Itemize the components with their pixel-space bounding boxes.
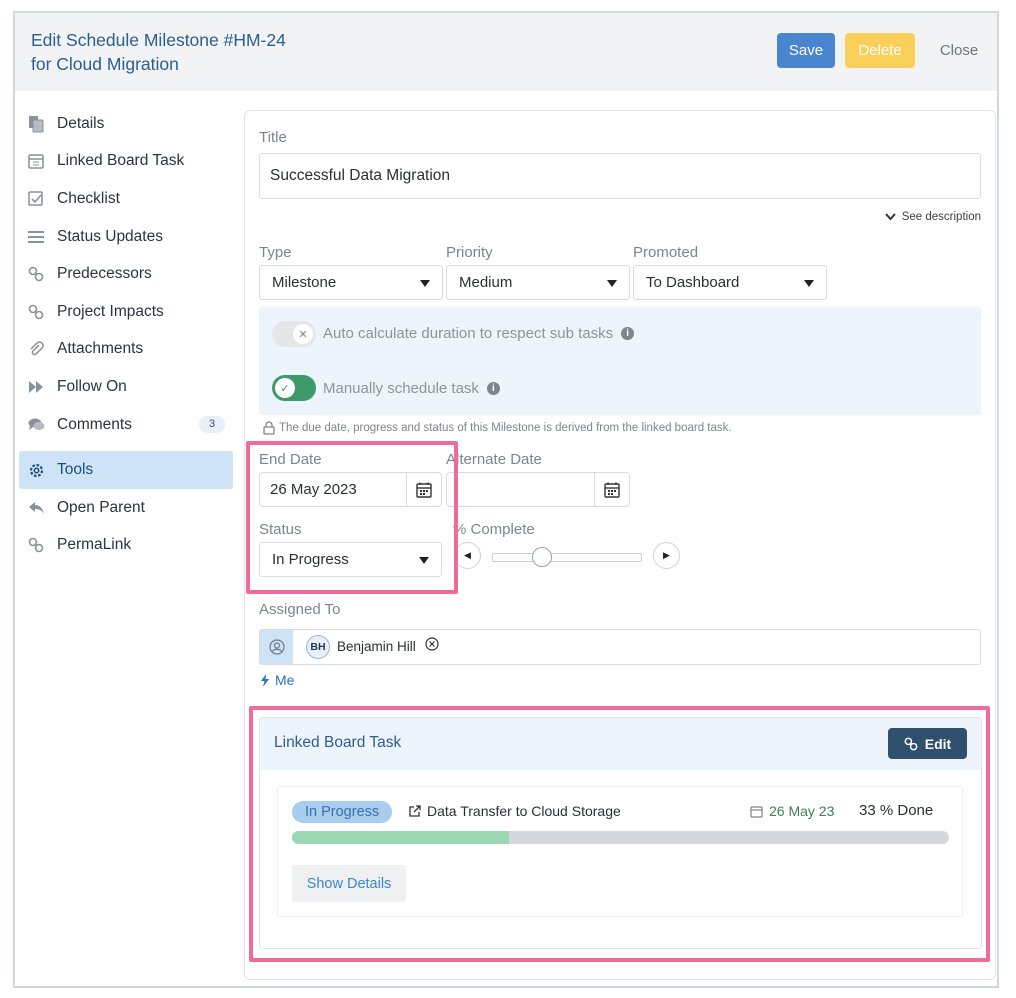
assign-me-label: Me (275, 672, 295, 688)
promoted-value: To Dashboard (646, 274, 740, 291)
documents-icon (27, 115, 45, 133)
link-icon (27, 536, 45, 554)
alternate-date-label: Alternate Date (446, 451, 542, 468)
highlight-box-dates-status (246, 441, 458, 594)
check-icon: ✓ (275, 378, 295, 398)
sidebar-item-label: Checklist (57, 189, 120, 207)
promoted-label: Promoted (633, 244, 699, 261)
comments-icon (27, 416, 45, 434)
sidebar-item-details[interactable]: Details (19, 105, 233, 143)
auto-calc-row: Auto calculate duration to respect sub t… (323, 325, 635, 342)
sidebar-item-label: PermaLink (57, 536, 132, 554)
sidebar: Details Linked Board Task Checklist Stat… (19, 105, 233, 564)
calendar-icon (27, 152, 45, 170)
info-icon[interactable]: i (486, 382, 500, 395)
sidebar-item-label: Open Parent (57, 498, 145, 516)
auto-calc-label: Auto calculate duration to respect sub t… (323, 325, 614, 342)
edit-dialog: Edit Schedule Milestone #HM-24 for Cloud… (13, 11, 999, 988)
caret-down-icon (607, 279, 617, 287)
dialog-title-line1: Edit Schedule Milestone #HM-24 (31, 30, 286, 50)
sidebar-item-predecessors[interactable]: Predecessors (19, 255, 233, 293)
complete-slider-thumb[interactable] (531, 547, 552, 567)
save-button[interactable]: Save (777, 33, 835, 68)
title-label: Title (259, 129, 287, 146)
link-icon (27, 265, 45, 283)
lock-note-text: The due date, progress and status of thi… (279, 422, 732, 434)
reply-icon (27, 499, 45, 517)
highlight-box-linked-task (249, 706, 990, 962)
type-label: Type (259, 244, 292, 261)
dialog-header: Edit Schedule Milestone #HM-24 for Cloud… (15, 13, 997, 91)
lines-icon (27, 228, 45, 246)
close-button[interactable]: Close (929, 33, 989, 68)
manual-schedule-toggle[interactable]: ✓ (272, 375, 316, 401)
paperclip-icon (27, 340, 45, 358)
sidebar-item-label: Attachments (57, 340, 144, 358)
sidebar-item-status-updates[interactable]: Status Updates (19, 218, 233, 256)
assigned-to-field[interactable]: BH Benjamin Hill (259, 629, 981, 665)
manual-schedule-label: Manually schedule task (323, 380, 479, 397)
schedule-options-box: ✕ Auto calculate duration to respect sub… (259, 307, 981, 415)
sidebar-item-label: Tools (57, 461, 94, 479)
promoted-select[interactable]: To Dashboard (633, 265, 827, 300)
sidebar-item-comments[interactable]: Comments 3 (19, 406, 233, 444)
sidebar-item-label: Project Impacts (57, 302, 164, 320)
alternate-date-input[interactable] (446, 472, 630, 507)
increment-button[interactable]: ▶ (653, 542, 680, 569)
sidebar-item-follow-on[interactable]: Follow On (19, 368, 233, 406)
lock-icon (263, 421, 275, 435)
assign-me-link[interactable]: Me (261, 672, 294, 688)
dialog-title: Edit Schedule Milestone #HM-24 for Cloud… (31, 28, 451, 76)
title-input[interactable]: Successful Data Migration (259, 153, 981, 199)
sidebar-item-label: Follow On (57, 377, 127, 395)
avatar: BH (306, 635, 330, 659)
close-icon: ✕ (293, 324, 313, 344)
sidebar-item-project-impacts[interactable]: Project Impacts (19, 293, 233, 331)
auto-calc-toggle[interactable]: ✕ (272, 321, 316, 347)
chevron-down-icon (884, 213, 896, 221)
delete-button[interactable]: Delete (845, 33, 915, 68)
assigned-label: Assigned To (259, 601, 341, 618)
see-description-label: See description (901, 211, 981, 223)
see-description-link[interactable]: See description (884, 211, 981, 223)
fast-forward-icon (27, 378, 45, 396)
sidebar-item-checklist[interactable]: Checklist (19, 180, 233, 218)
comments-count-badge: 3 (199, 415, 225, 433)
complete-label: % Complete (453, 521, 535, 538)
assignee-name: Benjamin Hill (337, 639, 416, 654)
sidebar-item-permalink[interactable]: PermaLink (19, 527, 233, 565)
complete-slider-track[interactable] (492, 553, 642, 562)
user-icon (260, 630, 293, 664)
sidebar-item-label: Status Updates (57, 227, 163, 245)
dialog-title-line2: for Cloud Migration (31, 54, 179, 74)
sidebar-item-open-parent[interactable]: Open Parent (19, 489, 233, 527)
priority-value: Medium (459, 274, 513, 291)
priority-label: Priority (446, 244, 493, 261)
remove-assignee-icon[interactable] (425, 637, 439, 655)
sidebar-item-label: Predecessors (57, 265, 152, 283)
caret-down-icon (420, 279, 430, 287)
sidebar-item-label: Details (57, 114, 105, 132)
link-icon (27, 303, 45, 321)
manual-schedule-row: Manually schedule task i (323, 380, 500, 397)
checkbox-icon (27, 190, 45, 208)
calendar-picker-icon[interactable] (594, 473, 629, 506)
type-select[interactable]: Milestone (259, 265, 443, 300)
lightning-icon (261, 673, 269, 687)
caret-down-icon (804, 279, 814, 287)
priority-select[interactable]: Medium (446, 265, 630, 300)
gear-icon (27, 461, 45, 479)
sidebar-item-label: Comments (57, 415, 132, 433)
sidebar-item-linked-board-task[interactable]: Linked Board Task (19, 143, 233, 181)
lock-note: The due date, progress and status of thi… (263, 421, 732, 435)
decrement-button[interactable]: ◀ (454, 542, 481, 569)
type-value: Milestone (272, 274, 337, 291)
sidebar-item-tools[interactable]: Tools (19, 451, 233, 489)
sidebar-item-label: Linked Board Task (57, 152, 185, 170)
info-icon[interactable]: i (621, 327, 635, 340)
sidebar-item-attachments[interactable]: Attachments (19, 331, 233, 369)
